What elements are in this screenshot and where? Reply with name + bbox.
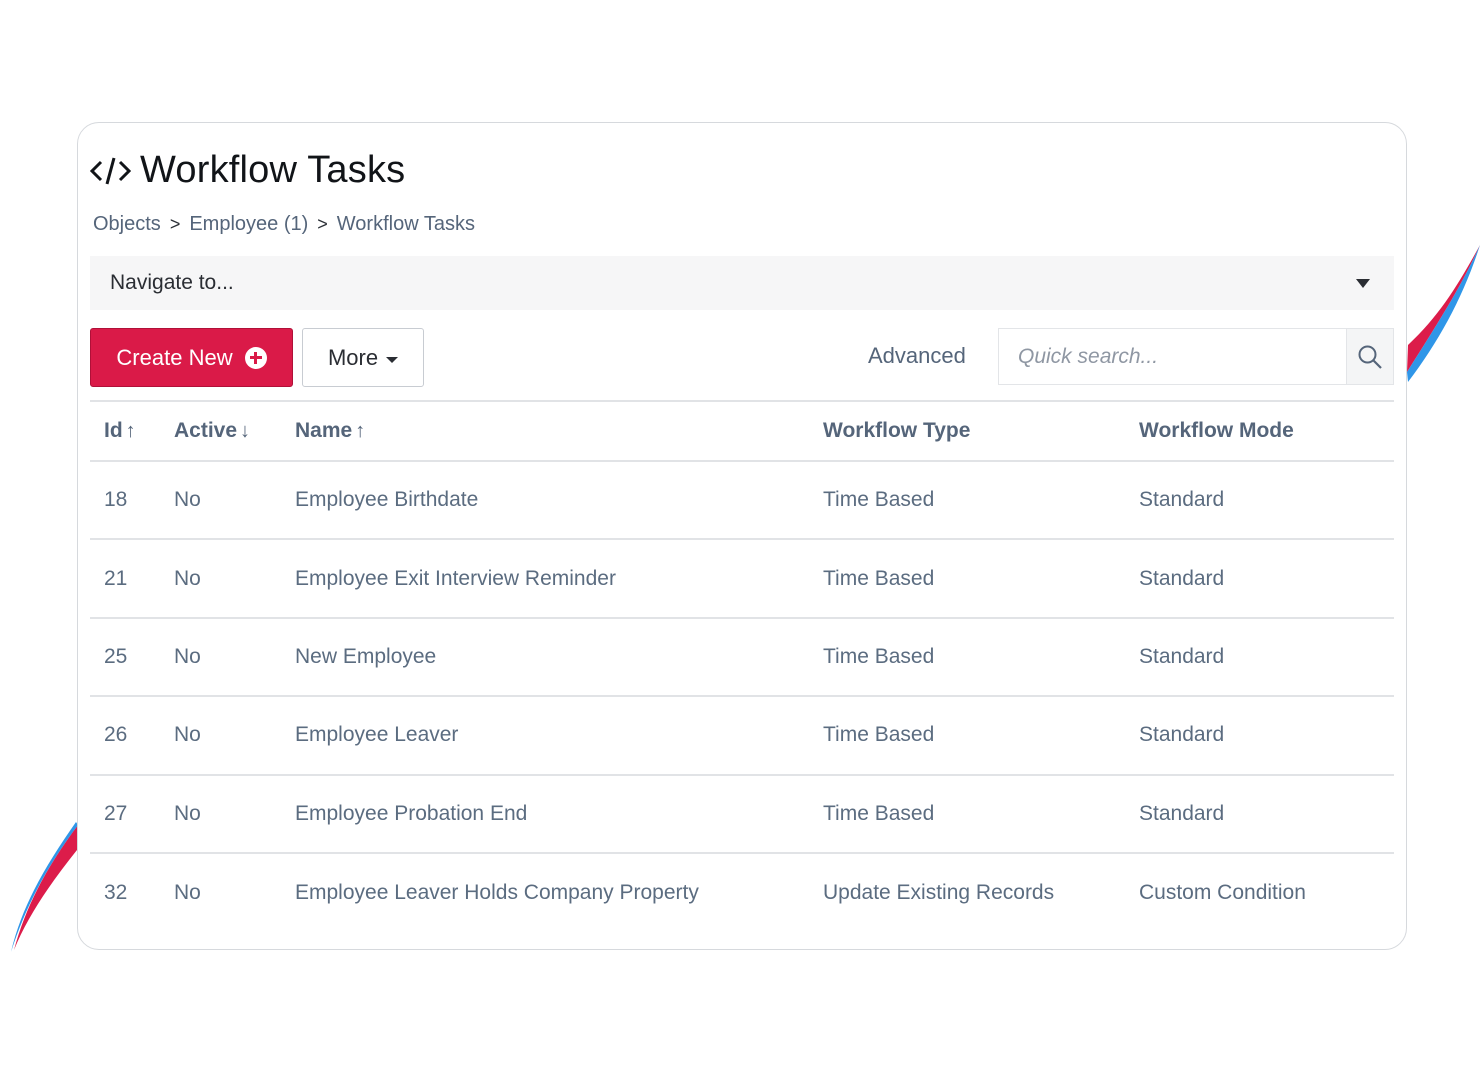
breadcrumb-separator: > bbox=[317, 214, 328, 234]
table-row[interactable]: 26 No Employee Leaver Time Based Standar… bbox=[90, 696, 1394, 775]
decorative-swoosh-right bbox=[1407, 245, 1480, 382]
cell-workflow-mode: Standard bbox=[1139, 488, 1225, 512]
search-button[interactable] bbox=[1346, 329, 1393, 384]
cell-id: 21 bbox=[104, 566, 128, 590]
plus-circle-icon bbox=[244, 346, 267, 369]
column-header-workflow-type[interactable]: Workflow Type bbox=[809, 401, 1125, 461]
quick-search-input[interactable] bbox=[999, 329, 1346, 384]
cell-workflow-type: Time Based bbox=[823, 801, 935, 825]
cell-name[interactable]: Employee Leaver bbox=[281, 696, 809, 774]
cell-workflow-type: Time Based bbox=[823, 644, 935, 668]
cell-workflow-type: Time Based bbox=[823, 723, 935, 747]
table-row[interactable]: 27 No Employee Probation End Time Based … bbox=[90, 775, 1394, 853]
advanced-search-link[interactable]: Advanced bbox=[868, 343, 966, 369]
cell-id: 25 bbox=[104, 644, 128, 668]
cell-active: No bbox=[174, 566, 201, 590]
navigate-to-label: Navigate to... bbox=[110, 271, 234, 294]
cell-workflow-type: Time Based bbox=[823, 488, 935, 512]
page-header: Workflow Tasks bbox=[90, 149, 405, 192]
code-icon bbox=[90, 151, 132, 191]
column-header-name[interactable]: Name ↑ bbox=[281, 401, 809, 461]
cell-name[interactable]: New Employee bbox=[281, 618, 809, 696]
cell-active: No bbox=[174, 801, 201, 825]
breadcrumb: Objects > Employee (1) > Workflow Tasks bbox=[93, 213, 475, 236]
cell-workflow-mode: Standard bbox=[1139, 723, 1225, 747]
cell-workflow-mode: Custom Condition bbox=[1139, 880, 1306, 904]
sort-ascending-icon: ↑ bbox=[125, 420, 136, 442]
cell-id: 27 bbox=[104, 801, 128, 825]
create-new-label: Create New bbox=[116, 344, 233, 370]
more-label: More bbox=[327, 344, 379, 370]
cell-id: 26 bbox=[104, 723, 128, 747]
table-row[interactable]: 32 No Employee Leaver Holds Company Prop… bbox=[90, 853, 1394, 931]
cell-active: No bbox=[174, 880, 201, 904]
cell-workflow-mode: Standard bbox=[1139, 566, 1225, 590]
breadcrumb-objects[interactable]: Objects bbox=[93, 213, 161, 236]
cell-id: 18 bbox=[104, 488, 128, 512]
workflow-tasks-card: Workflow Tasks Objects > Employee (1) > … bbox=[77, 122, 1407, 950]
cell-name[interactable]: Employee Birthdate bbox=[281, 461, 809, 539]
column-header-id[interactable]: Id ↑ bbox=[90, 401, 160, 461]
cell-workflow-mode: Standard bbox=[1139, 801, 1225, 825]
search-icon bbox=[1358, 345, 1382, 369]
table-row[interactable]: 21 No Employee Exit Interview Reminder T… bbox=[90, 539, 1394, 618]
table-header-row: Id ↑ Active ↓ Name ↑ Workflow Type Workflow… bbox=[90, 401, 1394, 461]
breadcrumb-employee[interactable]: Employee (1) bbox=[189, 213, 308, 236]
cell-active: No bbox=[174, 644, 201, 668]
cell-workflow-type: Time Based bbox=[823, 566, 935, 590]
breadcrumb-workflow-tasks[interactable]: Workflow Tasks bbox=[337, 213, 475, 236]
navigate-to-dropdown[interactable]: Navigate to... bbox=[90, 256, 1394, 310]
breadcrumb-separator: > bbox=[169, 214, 181, 234]
cell-workflow-mode: Standard bbox=[1139, 644, 1225, 668]
cell-workflow-type: Update Existing Records bbox=[823, 880, 1055, 904]
table-row[interactable]: 25 No New Employee Time Based Standard bbox=[90, 618, 1394, 697]
cell-active: No bbox=[174, 488, 201, 512]
cell-name[interactable]: Employee Probation End bbox=[281, 775, 809, 853]
column-header-active[interactable]: Active ↓ bbox=[160, 401, 281, 461]
table-row[interactable]: 18 No Employee Birthdate Time Based Stan… bbox=[90, 461, 1394, 540]
workflow-tasks-table: Id ↑ Active ↓ Name ↑ Workflow Type Workflow… bbox=[90, 400, 1394, 931]
more-button[interactable]: More bbox=[302, 328, 424, 387]
sort-descending-icon: ↓ bbox=[240, 420, 251, 442]
caret-down-icon bbox=[1356, 278, 1370, 288]
cell-name[interactable]: Employee Leaver Holds Company Property bbox=[281, 853, 809, 931]
cell-name[interactable]: Employee Exit Interview Reminder bbox=[281, 539, 809, 617]
create-new-button[interactable]: Create New bbox=[90, 328, 293, 387]
quick-search bbox=[998, 328, 1394, 385]
decorative-swoosh-left bbox=[11, 822, 78, 952]
cell-id: 32 bbox=[104, 880, 128, 904]
column-header-workflow-mode[interactable]: Workflow Mode bbox=[1125, 401, 1394, 461]
page-title: Workflow Tasks bbox=[140, 149, 406, 191]
sort-ascending-icon: ↑ bbox=[355, 420, 366, 442]
cell-active: No bbox=[174, 723, 201, 747]
caret-down-icon bbox=[386, 356, 399, 363]
